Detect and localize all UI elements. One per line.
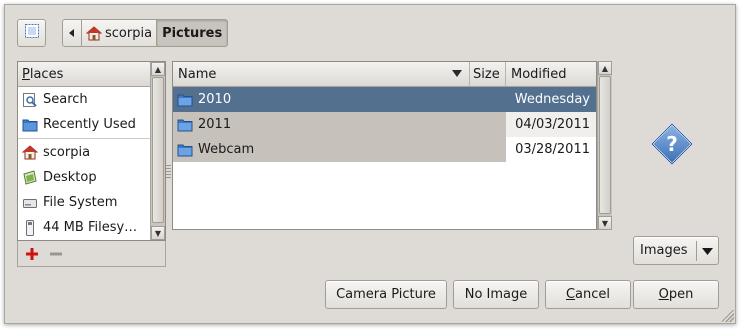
places-header-label: Places — [22, 66, 64, 82]
places-actions-bar — [17, 241, 166, 267]
place-item-removable-drive[interactable]: 44 MB Filesy… — [18, 215, 165, 240]
file-size — [470, 87, 506, 112]
combo-divider — [696, 241, 697, 261]
place-item-file-system[interactable]: File System — [18, 190, 165, 215]
scroll-down-arrow[interactable]: ▼ — [598, 216, 612, 230]
places-header[interactable]: Places — [18, 62, 165, 87]
file-row[interactable]: 2011 04/03/2011 — [173, 112, 596, 137]
path-bar: scorpia Pictures — [62, 19, 229, 47]
places-separator — [18, 138, 165, 139]
folder-icon — [177, 93, 193, 107]
folder-icon — [177, 143, 193, 157]
resize-grip[interactable] — [722, 310, 734, 322]
no-image-label: No Image — [464, 287, 528, 302]
scroll-up-arrow[interactable]: ▲ — [151, 62, 165, 76]
pane-splitter[interactable] — [166, 165, 171, 179]
column-modified-label: Modified — [511, 66, 567, 82]
sort-arrow-down-icon — [452, 70, 462, 77]
file-modified: Wednesday — [514, 92, 590, 107]
places-scrollbar[interactable]: ▲ ▼ — [150, 62, 165, 240]
search-icon — [22, 92, 38, 108]
file-list-header: Name Size Modified — [173, 62, 596, 87]
file-modified: 04/03/2011 — [515, 117, 590, 132]
place-item-label: File System — [43, 195, 118, 210]
no-image-button[interactable]: No Image — [453, 280, 539, 309]
path-segment-home[interactable]: scorpia — [82, 19, 158, 47]
home-icon — [22, 145, 38, 161]
path-back-button[interactable] — [62, 19, 82, 47]
filter-selected-label: Images — [640, 243, 688, 258]
file-list-scrollbar[interactable]: ▲ ▼ — [597, 61, 612, 230]
place-item-desktop[interactable]: Desktop — [18, 165, 165, 190]
column-header-modified[interactable]: Modified — [506, 62, 596, 87]
open-label: Open — [658, 287, 694, 302]
desktop-icon — [22, 169, 38, 186]
place-item-recently-used[interactable]: Recently Used — [18, 112, 165, 137]
file-name: 2010 — [198, 92, 232, 107]
place-item-label: Recently Used — [43, 117, 136, 132]
cancel-label: Cancel — [565, 287, 611, 302]
home-icon — [86, 25, 102, 41]
path-segment-label: scorpia — [105, 25, 153, 41]
file-row[interactable]: Webcam 03/28/2011 — [173, 137, 596, 162]
open-button[interactable]: Open — [633, 280, 719, 309]
file-chooser-dialog: scorpia Pictures Places Search Recently … — [4, 4, 736, 324]
left-arrow-icon — [69, 26, 75, 41]
edit-location-icon — [24, 23, 40, 43]
places-sidebar: Places Search Recently Used scorpia Desk… — [17, 61, 166, 241]
toggle-location-button[interactable] — [17, 19, 46, 47]
column-size-label: Size — [473, 66, 500, 82]
scroll-up-arrow[interactable]: ▲ — [598, 61, 612, 75]
path-segment-label: Pictures — [162, 25, 223, 41]
cancel-button[interactable]: Cancel — [545, 280, 631, 309]
place-item-home[interactable]: scorpia — [18, 140, 165, 165]
chevron-down-icon — [702, 248, 713, 255]
camera-picture-button[interactable]: Camera Picture — [325, 280, 447, 309]
column-header-name[interactable]: Name — [173, 62, 470, 87]
place-item-label: scorpia — [43, 145, 91, 160]
file-filter-combo[interactable]: Images — [633, 236, 719, 265]
file-list: Name Size Modified 2010 Wednesday 2011 0… — [172, 61, 597, 230]
file-row[interactable]: 2010 Wednesday — [173, 87, 596, 112]
camera-picture-label: Camera Picture — [336, 287, 436, 302]
removable-drive-icon — [22, 219, 38, 236]
place-item-label: Search — [43, 92, 88, 107]
file-name: 2011 — [198, 117, 232, 132]
file-size — [470, 112, 506, 137]
column-header-size[interactable]: Size — [470, 62, 506, 87]
column-name-label: Name — [178, 66, 217, 82]
folder-icon — [22, 117, 38, 133]
question-icon: ? — [650, 122, 694, 166]
file-size — [470, 137, 506, 162]
folder-icon — [177, 118, 193, 132]
scroll-thumb[interactable] — [599, 76, 611, 214]
svg-text:?: ? — [666, 132, 678, 156]
minus-icon[interactable] — [50, 251, 62, 257]
file-modified: 03/28/2011 — [515, 142, 590, 157]
scroll-down-arrow[interactable]: ▼ — [151, 226, 165, 240]
file-name: Webcam — [198, 142, 255, 157]
path-segment-pictures[interactable]: Pictures — [157, 19, 229, 47]
place-item-label: Desktop — [43, 170, 97, 185]
plus-icon[interactable] — [26, 247, 38, 260]
place-item-label: 44 MB Filesy… — [43, 220, 138, 235]
place-item-search[interactable]: Search — [18, 87, 165, 112]
drive-icon — [22, 195, 38, 211]
scroll-thumb[interactable] — [152, 77, 164, 223]
